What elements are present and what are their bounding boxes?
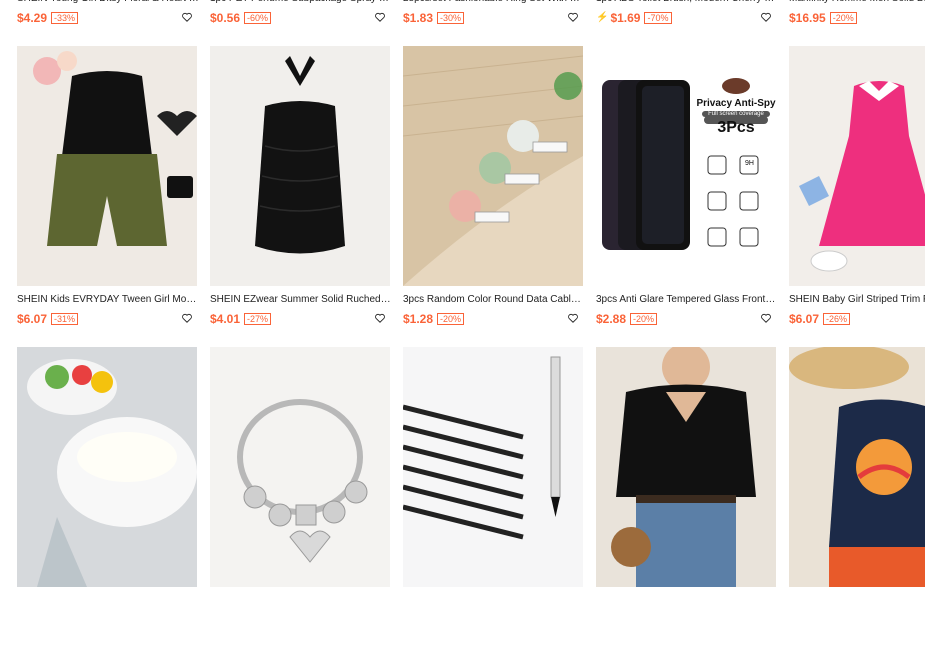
product-image[interactable] xyxy=(210,347,390,587)
product-card[interactable] xyxy=(210,347,390,648)
product-card[interactable]: 28pcs/set Fashionable Ring Set With Hea.… xyxy=(403,0,585,46)
product-card[interactable] xyxy=(17,347,197,648)
product-price: $6.07 xyxy=(789,311,820,326)
product-image[interactable] xyxy=(17,46,197,286)
product-card[interactable]: Privacy Anti-Spy Full screen coverage 3Pcs… xyxy=(596,46,778,347)
product-card[interactable]: 3pcs Random Color Round Data Cable O... $… xyxy=(403,46,585,347)
discount-badge: -26% xyxy=(823,312,851,325)
product-price: $1.69 xyxy=(610,10,641,25)
discount-badge: -33% xyxy=(51,11,79,24)
promo-headline: Privacy Anti-Spy xyxy=(696,98,776,109)
price-row: $16.95 -20% xyxy=(789,9,925,25)
product-title[interactable]: Manfinity Homme Men Solid Button Fly S..… xyxy=(789,0,925,5)
discount-badge: -31% xyxy=(51,312,79,325)
product-title[interactable]: 3pcs Random Color Round Data Cable O... xyxy=(403,293,585,306)
product-price: $0.56 xyxy=(210,10,241,25)
discount-badge: -30% xyxy=(437,11,465,24)
hardness-badge: 9H xyxy=(745,160,754,167)
product-card[interactable]: 1pc PET Perfume Subpackage Spray Bott...… xyxy=(210,0,392,46)
product-card[interactable] xyxy=(596,347,776,648)
price-row: $6.07 -31% xyxy=(17,310,197,326)
heart-outline-icon[interactable] xyxy=(181,311,193,323)
price-row: $4.29 -33% xyxy=(17,9,197,25)
product-image[interactable] xyxy=(17,347,197,587)
heart-outline-icon[interactable] xyxy=(760,10,772,22)
product-title[interactable]: 1pc PET Perfume Subpackage Spray Bott... xyxy=(210,0,392,5)
product-price: $1.28 xyxy=(403,311,434,326)
price-row: $1.83 -30% xyxy=(403,9,583,25)
product-title[interactable]: SHEIN EZwear Summer Solid Ruched Ha... xyxy=(210,293,392,306)
product-price: $2.88 xyxy=(596,311,627,326)
product-grid: SHEIN Young Girl Ditsy Floral & Heart Pr… xyxy=(17,0,925,648)
product-card[interactable]: Manfinity Homme Men Solid Button Fly S..… xyxy=(789,0,925,46)
product-card[interactable] xyxy=(403,347,583,648)
price-row: $4.01 -27% xyxy=(210,310,390,326)
product-title[interactable]: 3pcs Anti Glare Tempered Glass Front Fil… xyxy=(596,293,778,306)
discount-badge: -20% xyxy=(829,11,857,24)
heart-outline-icon[interactable] xyxy=(567,10,579,22)
promo-subline: Full screen coverage xyxy=(702,111,770,117)
product-image[interactable] xyxy=(789,46,925,286)
product-price: $4.01 xyxy=(210,311,241,326)
product-image[interactable] xyxy=(789,347,925,587)
promo-count: 3Pcs xyxy=(717,119,755,136)
product-title[interactable]: 28pcs/set Fashionable Ring Set With Hea.… xyxy=(403,0,585,5)
discount-badge: -20% xyxy=(630,312,658,325)
price-row: $0.56 -60% xyxy=(210,9,390,25)
price-row: ⚡ $1.69 -70% xyxy=(596,9,776,25)
product-price: $1.83 xyxy=(403,10,434,25)
product-title[interactable]: SHEIN Young Girl Ditsy Floral & Heart Pr… xyxy=(17,0,199,5)
product-image[interactable] xyxy=(403,46,583,286)
heart-outline-icon[interactable] xyxy=(374,311,386,323)
product-price: $16.95 xyxy=(789,10,826,25)
discount-badge: -60% xyxy=(244,11,272,24)
product-card[interactable]: SHEIN Young Girl Ditsy Floral & Heart Pr… xyxy=(17,0,199,46)
price-row: $1.28 -20% xyxy=(403,310,583,326)
heart-outline-icon[interactable] xyxy=(760,311,772,323)
product-image[interactable] xyxy=(596,347,776,587)
price-row: $6.07 -26% xyxy=(789,310,925,326)
price-row: $2.88 -20% xyxy=(596,310,776,326)
product-image[interactable] xyxy=(210,46,390,286)
product-card[interactable] xyxy=(789,347,925,648)
product-card[interactable]: SHEIN EZwear Summer Solid Ruched Ha... $4… xyxy=(210,46,392,347)
product-title[interactable]: SHEIN Baby Girl Striped Trim Polo Collar… xyxy=(789,293,925,306)
product-price: $4.29 xyxy=(17,10,48,25)
product-image[interactable] xyxy=(403,347,583,587)
heart-outline-icon[interactable] xyxy=(181,10,193,22)
heart-outline-icon[interactable] xyxy=(567,311,579,323)
lightning-icon: ⚡ xyxy=(596,12,609,24)
product-card[interactable]: SHEIN Baby Girl Striped Trim Polo Collar… xyxy=(789,46,925,347)
product-card[interactable]: SHEIN Kids EVRYDAY Tween Girl Mock ... $6… xyxy=(17,46,199,347)
product-title[interactable]: 1pc ABS Toilet Brush, Modern Cherry Sha.… xyxy=(596,0,778,5)
product-title[interactable]: SHEIN Kids EVRYDAY Tween Girl Mock ... xyxy=(17,293,199,306)
discount-badge: -20% xyxy=(437,312,465,325)
discount-badge: -27% xyxy=(244,312,272,325)
heart-outline-icon[interactable] xyxy=(374,10,386,22)
product-price: $6.07 xyxy=(17,311,48,326)
discount-badge: -70% xyxy=(644,11,672,24)
product-card[interactable]: 1pc ABS Toilet Brush, Modern Cherry Sha.… xyxy=(596,0,778,46)
